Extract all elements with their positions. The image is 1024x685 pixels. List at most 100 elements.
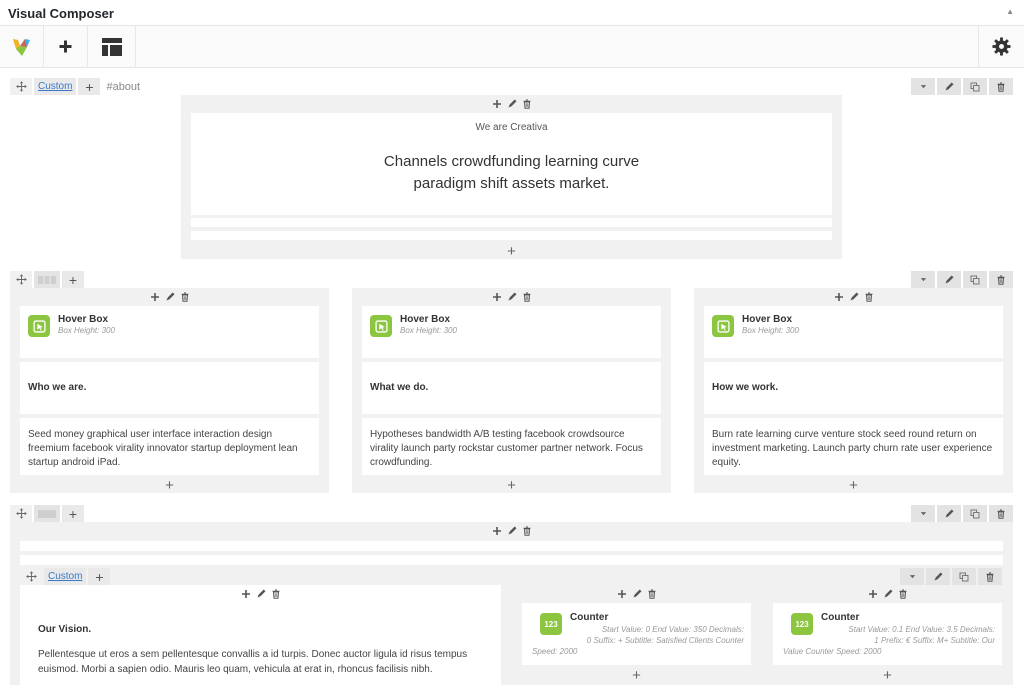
empty-element[interactable] [20,541,1003,551]
column-add-element-button[interactable]: + [773,667,1002,684]
column-edit-pencil-icon[interactable] [507,99,517,109]
param-line: 1 Prefix: € Suffix: M+ Subtitle: Our [874,636,995,645]
column-add-plus-icon[interactable] [492,526,502,536]
empty-element[interactable] [191,231,832,240]
column-add-plus-icon[interactable] [492,292,502,302]
row-delete-trash-icon[interactable] [989,78,1013,95]
text-line: Seed money graphical user interface inte… [28,429,273,440]
inner-row-layout-label[interactable]: Custom [44,568,87,585]
row-layout-icon[interactable] [34,271,60,288]
row-delete-trash-icon[interactable] [989,505,1013,522]
column-add-element-button[interactable]: + [10,477,329,494]
heading-element[interactable]: How we work. [704,362,1003,414]
text-line: equity. [712,457,741,468]
column-edit-pencil-icon[interactable] [507,292,517,302]
column-add-plus-icon[interactable] [617,589,627,599]
row-controls: + [10,271,84,288]
text-block-element[interactable]: Seed money graphical user interface inte… [20,418,319,475]
main-heading-line: paradigm shift assets market. [413,175,610,192]
text-block: Burn rate learning curve venture stock s… [712,428,995,470]
heading-element[interactable]: What we do. [362,362,661,414]
column-controls [522,585,751,603]
row-clone-icon[interactable] [963,505,987,522]
column-edit-pencil-icon[interactable] [507,526,517,536]
row-clone-icon[interactable] [963,78,987,95]
column-add-plus-icon[interactable] [241,589,251,599]
inner-row-edit-pencil-icon[interactable] [926,568,950,585]
hover-box-element[interactable]: Hover Box Box Height: 300 [20,306,319,358]
inner-row-move-handle-icon[interactable] [20,568,42,585]
vc-logo-icon[interactable] [0,26,44,67]
main-heading-line: Channels crowdfunding learning curve [383,153,640,170]
empty-element[interactable] [20,555,1003,565]
row-layout-icon[interactable] [34,505,60,522]
column-delete-trash-icon[interactable] [647,589,657,599]
text-line: Burn rate learning curve venture stock s… [712,429,977,440]
column-edit-pencil-icon[interactable] [849,292,859,302]
column-delete-trash-icon[interactable] [522,526,532,536]
templates-button[interactable] [88,26,136,67]
column-add-element-button[interactable]: + [352,477,671,494]
inner-row-toggle-icon[interactable] [900,568,924,585]
text-block-element[interactable]: Burn rate learning curve venture stock s… [704,418,1003,475]
counter-element[interactable]: 123 Counter Start Value: 0 End Value: 35… [522,603,751,665]
row-move-handle-icon[interactable] [10,271,32,288]
row-clone-icon[interactable] [963,271,987,288]
settings-gear-icon[interactable] [978,26,1024,67]
column-edit-pencil-icon[interactable] [883,589,893,599]
hover-box-element[interactable]: Hover Box Box Height: 300 [362,306,661,358]
row-edit-pencil-icon[interactable] [937,505,961,522]
row-edit-pencil-icon[interactable] [937,271,961,288]
column-edit-pencil-icon[interactable] [165,292,175,302]
column-add-plus-icon[interactable] [834,292,844,302]
add-column-button[interactable]: + [62,505,84,522]
row-toggle-icon[interactable] [911,505,935,522]
hover-box-element[interactable]: Hover Box Box Height: 300 [704,306,1003,358]
column-add-plus-icon[interactable] [868,589,878,599]
row-delete-trash-icon[interactable] [989,271,1013,288]
column-edit-pencil-icon[interactable] [632,589,642,599]
text-line: crowdfunding. [370,457,433,468]
hover-box-icon [712,315,734,337]
row-toggle-icon[interactable] [911,271,935,288]
column-add-plus-icon[interactable] [492,99,502,109]
add-column-button[interactable]: + [78,78,101,95]
column-add-element-button[interactable]: + [694,477,1013,494]
collapse-icon[interactable]: ▲ [1006,7,1014,16]
column-delete-trash-icon[interactable] [898,589,908,599]
column-delete-trash-icon[interactable] [271,589,281,599]
heading-element[interactable]: Who we are. [20,362,319,414]
hover-box-icon [28,315,50,337]
inner-row-add-column-button[interactable]: + [88,568,111,585]
composer-toolbar [0,26,1024,68]
row-toggle-icon[interactable] [911,78,935,95]
text-block-element[interactable]: Hypotheses bandwidth A/B testing faceboo… [362,418,661,475]
column-delete-trash-icon[interactable] [180,292,190,302]
empty-element[interactable] [191,218,832,227]
element-name: Hover Box [58,314,109,325]
row-controls: Custom + #about [10,78,140,95]
heading-element[interactable]: We are Creativa Channels crowdfunding le… [191,113,832,215]
add-column-button[interactable]: + [62,271,84,288]
row-move-handle-icon[interactable] [10,505,32,522]
counter-element[interactable]: 123 Counter Start Value: 0.1 End Value: … [773,603,1002,665]
column-add-plus-icon[interactable] [150,292,160,302]
inner-row-clone-icon[interactable] [952,568,976,585]
column-controls [181,95,842,113]
text-line: startup android iPad. [28,457,121,468]
element-name: Counter [821,612,860,623]
column-delete-trash-icon[interactable] [864,292,874,302]
vision-text: Pellentesque ut eros a sem pellentesque … [38,647,487,677]
row-move-handle-icon[interactable] [10,78,32,95]
column-edit-pencil-icon[interactable] [256,589,266,599]
column-add-element-button[interactable]: + [181,243,842,260]
row-edit-pencil-icon[interactable] [937,78,961,95]
row-layout-label[interactable]: Custom [34,78,77,95]
column-add-element-button[interactable]: + [522,667,751,684]
column-delete-trash-icon[interactable] [522,292,532,302]
inner-row-delete-trash-icon[interactable] [978,568,1002,585]
add-element-button[interactable] [44,26,88,67]
text-line: Hypotheses bandwidth A/B testing faceboo… [370,429,625,440]
column-delete-trash-icon[interactable] [522,99,532,109]
column-controls [694,288,1013,306]
